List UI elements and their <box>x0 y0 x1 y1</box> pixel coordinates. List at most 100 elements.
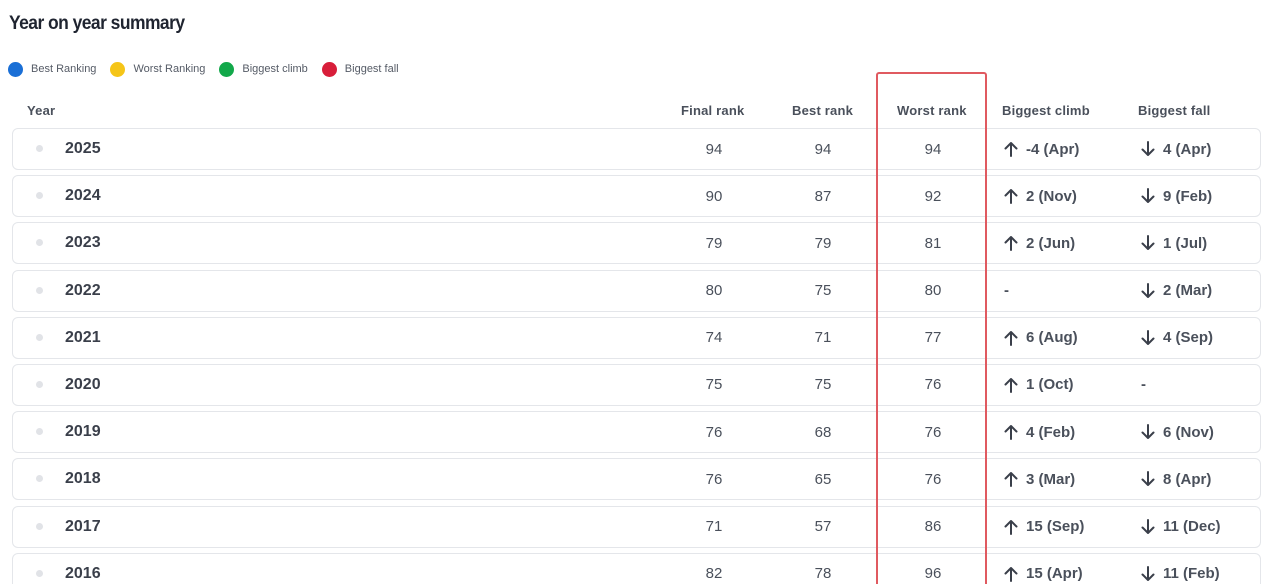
row-bullet-icon <box>36 569 43 577</box>
table-row[interactable]: 2024 90 87 92 2 (Nov) 9 (Feb) <box>12 175 1261 218</box>
year-cell: 2024 <box>65 187 101 205</box>
biggest-fall-value: - <box>1141 376 1146 394</box>
biggest-climb-value: 4 (Feb) <box>1026 423 1076 441</box>
arrow-down-icon <box>1141 235 1155 251</box>
biggest-climb-cell: 1 (Oct) <box>1004 365 1074 405</box>
arrow-down-icon <box>1141 141 1155 157</box>
biggest-fall-cell: 9 (Feb) <box>1141 176 1212 216</box>
biggest-climb-cell: 6 (Aug) <box>1004 318 1078 358</box>
biggest-climb-value: 2 (Jun) <box>1026 234 1076 252</box>
worst-rank-cell: 76 <box>924 423 942 441</box>
legend-item: Biggest fall <box>321 61 399 77</box>
legend-color-dot <box>110 61 126 77</box>
biggest-fall-cell: 11 (Feb) <box>1141 554 1220 584</box>
biggest-fall-cell: 4 (Apr) <box>1141 129 1211 169</box>
table-row[interactable]: 2021 74 71 77 6 (Aug) 4 (Sep) <box>12 316 1261 359</box>
legend-item: Worst Ranking <box>110 61 206 77</box>
final-rank-cell: 94 <box>705 140 723 158</box>
final-rank-cell: 76 <box>705 423 723 441</box>
arrow-down-icon <box>1141 282 1155 299</box>
biggest-fall-cell: 11 (Dec) <box>1141 507 1221 547</box>
row-bullet-icon <box>36 286 43 294</box>
worst-rank-cell: 76 <box>924 470 942 488</box>
biggest-climb-value: 2 (Nov) <box>1026 187 1077 205</box>
row-bullet-icon <box>36 380 43 388</box>
biggest-climb-value: 15 (Sep) <box>1026 518 1085 535</box>
table-row[interactable]: 2022 80 75 80 - 2 (Mar) <box>12 269 1261 312</box>
biggest-climb-value: - <box>1004 282 1009 300</box>
best-rank-cell: 68 <box>814 423 832 441</box>
biggest-fall-cell: 6 (Nov) <box>1141 412 1214 452</box>
best-rank-cell: 87 <box>814 187 832 205</box>
final-rank-cell: 80 <box>705 282 723 300</box>
final-rank-cell: 71 <box>705 518 723 535</box>
year-cell: 2020 <box>65 375 101 393</box>
worst-rank-cell: 77 <box>924 329 942 347</box>
year-summary-page: Year on year summary Best Ranking Worst R… <box>0 0 1278 584</box>
arrow-up-icon <box>1004 519 1018 535</box>
year-cell: 2017 <box>65 517 101 535</box>
best-rank-cell: 94 <box>814 140 832 158</box>
biggest-climb-value: 3 (Mar) <box>1026 470 1076 488</box>
legend-color-dot <box>321 61 337 77</box>
legend-item: Best Ranking <box>8 61 96 77</box>
biggest-fall-cell: 1 (Jul) <box>1141 223 1207 263</box>
column-header-worst-rank: Worst rank <box>897 103 967 118</box>
table-row[interactable]: 2016 82 78 96 15 (Apr) 11 (Feb) <box>12 552 1261 584</box>
arrow-up-icon <box>1004 471 1018 488</box>
biggest-fall-value: 4 (Sep) <box>1163 329 1214 347</box>
arrow-down-icon <box>1141 565 1155 582</box>
biggest-climb-value: 15 (Apr) <box>1026 565 1083 583</box>
biggest-climb-cell: 15 (Apr) <box>1004 554 1083 584</box>
biggest-climb-cell: 3 (Mar) <box>1004 459 1075 499</box>
worst-rank-cell: 81 <box>924 234 942 252</box>
row-bullet-icon <box>36 475 43 483</box>
row-bullet-icon <box>36 239 43 247</box>
arrow-down-icon <box>1141 471 1155 487</box>
arrow-down-icon <box>1141 329 1155 346</box>
worst-rank-cell: 76 <box>924 376 942 394</box>
table-row[interactable]: 2019 76 68 76 4 (Feb) 6 (Nov) <box>12 411 1261 454</box>
table-row[interactable]: 2017 71 57 86 15 (Sep) 11 (Dec) <box>12 505 1261 548</box>
biggest-fall-cell: 4 (Sep) <box>1141 318 1213 358</box>
column-header-biggest-climb: Biggest climb <box>1002 103 1090 118</box>
row-bullet-icon <box>36 428 43 436</box>
table-row[interactable]: 2023 79 79 81 2 (Jun) 1 (Jul) <box>12 222 1261 265</box>
summary-table: 2025 94 94 94 -4 (Apr) 4 (Apr) 2024 90 87 92 2 (No… <box>12 128 1261 584</box>
arrow-up-icon <box>1004 377 1018 393</box>
column-header-year: Year <box>27 103 56 118</box>
arrow-up-icon <box>1004 141 1018 157</box>
column-header-biggest-fall: Biggest fall <box>1138 103 1211 118</box>
biggest-fall-value: 4 (Apr) <box>1163 140 1212 158</box>
year-cell: 2018 <box>65 470 101 488</box>
table-row[interactable]: 2025 94 94 94 -4 (Apr) 4 (Apr) <box>12 128 1261 170</box>
biggest-climb-cell: 4 (Feb) <box>1004 412 1075 452</box>
legend-color-dot <box>8 61 23 77</box>
worst-rank-cell: 86 <box>924 518 942 535</box>
biggest-climb-cell: 2 (Nov) <box>1004 176 1077 216</box>
worst-rank-cell: 80 <box>924 282 942 300</box>
biggest-fall-value: 11 (Dec) <box>1163 518 1221 535</box>
best-rank-cell: 75 <box>814 282 832 300</box>
column-header-best-rank: Best rank <box>792 103 854 118</box>
year-cell: 2016 <box>65 564 101 582</box>
biggest-fall-value: 2 (Mar) <box>1163 282 1213 300</box>
final-rank-cell: 75 <box>705 376 723 394</box>
column-header-final-rank: Final rank <box>681 103 745 118</box>
biggest-fall-cell: - <box>1141 365 1146 405</box>
page-title: Year on year summary <box>9 13 185 34</box>
legend-item: Biggest climb <box>219 61 308 77</box>
biggest-fall-value: 6 (Nov) <box>1163 423 1214 441</box>
final-rank-cell: 90 <box>705 187 723 205</box>
biggest-fall-value: 8 (Apr) <box>1163 470 1212 488</box>
arrow-down-icon <box>1141 188 1155 204</box>
table-row[interactable]: 2020 75 75 76 1 (Oct) - <box>12 363 1261 406</box>
biggest-fall-value: 1 (Jul) <box>1163 234 1208 252</box>
final-rank-cell: 76 <box>705 470 723 488</box>
year-cell: 2022 <box>65 281 101 299</box>
best-rank-cell: 65 <box>814 470 832 488</box>
best-rank-cell: 57 <box>814 518 832 535</box>
table-row[interactable]: 2018 76 65 76 3 (Mar) 8 (Apr) <box>12 458 1261 501</box>
biggest-fall-value: 11 (Feb) <box>1163 565 1220 583</box>
legend-label: Worst Ranking <box>133 63 206 75</box>
